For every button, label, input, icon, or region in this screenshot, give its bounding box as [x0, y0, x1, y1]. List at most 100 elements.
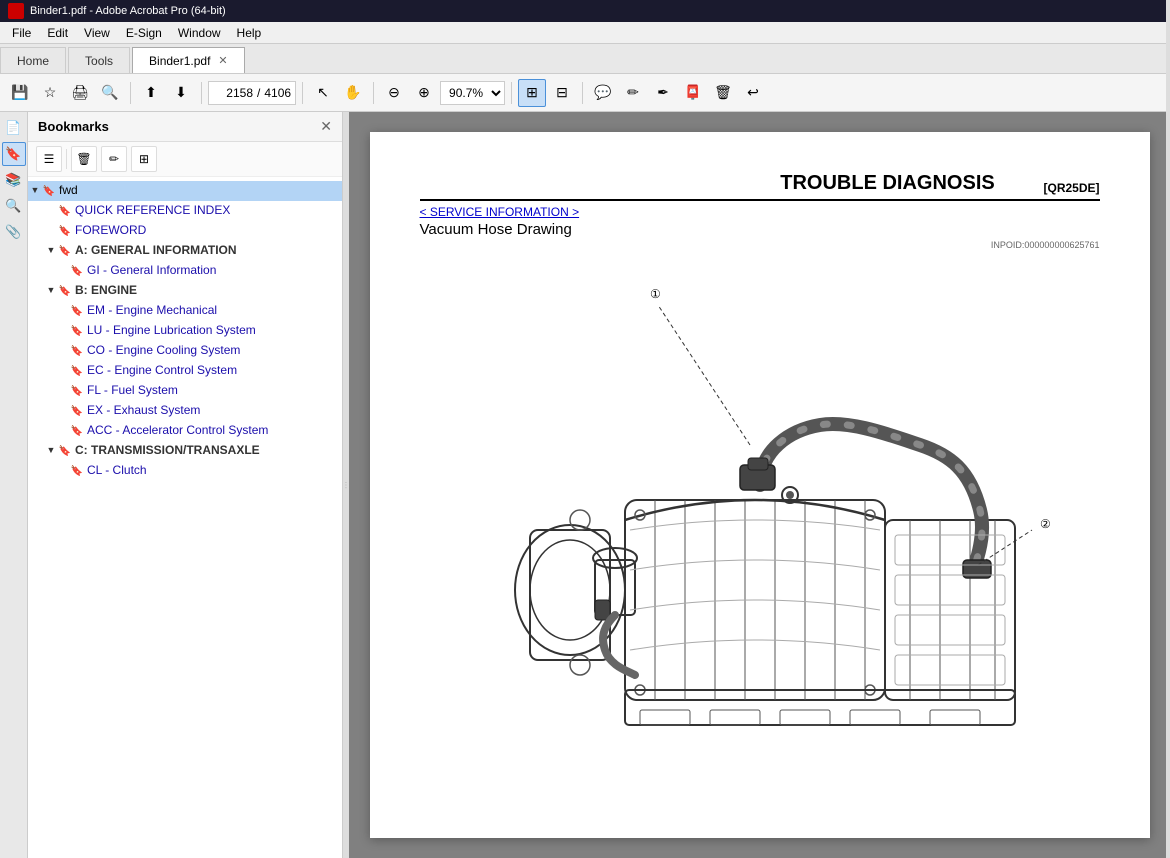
menu-help[interactable]: Help	[229, 24, 270, 42]
bookmark-gi[interactable]: ▶ 🔖 GI - General Information	[28, 261, 342, 281]
attachments-panel-button[interactable]: 📎	[2, 220, 26, 244]
service-info-link[interactable]: < SERVICE INFORMATION >	[420, 205, 580, 219]
save-button[interactable]: 💾	[6, 79, 34, 107]
bookmark-ec[interactable]: ▶ 🔖 EC - Engine Control System	[28, 361, 342, 381]
bookmark-icon-ec: 🔖	[70, 363, 84, 379]
bookmark-icon-lu: 🔖	[70, 323, 84, 339]
toolbar: 💾 ☆ 🖨 🔍 ⬆ ⬇ / 4106 ↖ ✋ ⊖ ⊕ 90.7% 50% 75%…	[0, 74, 1170, 112]
bookmark-trans-section[interactable]: ▼ 🔖 C: TRANSMISSION/TRANSAXLE	[28, 441, 342, 461]
bookmark-lu[interactable]: ▶ 🔖 LU - Engine Lubrication System	[28, 321, 342, 341]
zoom-dropdown[interactable]: 90.7% 50% 75% 100% 125% 150%	[440, 81, 505, 105]
bookmark-fl[interactable]: ▶ 🔖 FL - Fuel System	[28, 381, 342, 401]
print-button[interactable]: 🖨	[66, 79, 94, 107]
bookmarks-tree: ▼ 🔖 fwd ▶ 🔖 QUICK REFERENCE INDEX ▶ 🔖 FO…	[28, 177, 342, 858]
svg-text:②: ②	[1040, 517, 1051, 531]
new-bookmark-button[interactable]: ☰	[36, 146, 62, 172]
separator-2	[201, 82, 202, 104]
toggle-fwd[interactable]: ▼	[28, 183, 42, 199]
stamp-button[interactable]: 📮	[679, 79, 707, 107]
expand-all-button[interactable]: ⊞	[131, 146, 157, 172]
organize-button[interactable]: ⊟	[548, 79, 576, 107]
edit-bookmark-button[interactable]: ✏	[101, 146, 127, 172]
content-area[interactable]: TROUBLE DIAGNOSIS [QR25DE] < SERVICE INF…	[349, 112, 1170, 858]
bookmark-em[interactable]: ▶ 🔖 EM - Engine Mechanical	[28, 301, 342, 321]
hand-tool-button[interactable]: ✋	[339, 79, 367, 107]
page-ref-code: [QR25DE]	[1044, 181, 1100, 195]
bookmark-icon-fl: 🔖	[70, 383, 84, 399]
toggle-trans[interactable]: ▼	[44, 443, 58, 459]
sidebar-close-button[interactable]: ✕	[320, 118, 332, 135]
bookmark-label-acc: ACC - Accelerator Control System	[87, 423, 338, 439]
tab-tools[interactable]: Tools	[68, 47, 130, 73]
page-main-title: TROUBLE DIAGNOSIS	[732, 172, 1044, 195]
page-navigation: / 4106	[208, 81, 296, 105]
layers-panel-button[interactable]: 📚	[2, 168, 26, 192]
bookmark-label-foreword: FOREWORD	[75, 223, 338, 239]
menu-view[interactable]: View	[76, 24, 118, 42]
draw-button[interactable]: ✒	[649, 79, 677, 107]
bookmark-quick-ref[interactable]: ▶ 🔖 QUICK REFERENCE INDEX	[28, 201, 342, 221]
bookmark-add-button[interactable]: ☆	[36, 79, 64, 107]
menu-esign[interactable]: E-Sign	[118, 24, 170, 42]
separator-1	[130, 82, 131, 104]
zoom-out-button[interactable]: ⊖	[380, 79, 408, 107]
undo-button[interactable]: ↩	[739, 79, 767, 107]
menu-edit[interactable]: Edit	[39, 24, 76, 42]
delete-button[interactable]: 🗑	[709, 79, 737, 107]
fit-button[interactable]: ⊞	[518, 79, 546, 107]
bookmark-cl[interactable]: ▶ 🔖 CL - Clutch	[28, 461, 342, 481]
bookmark-label-quick-ref: QUICK REFERENCE INDEX	[75, 203, 338, 219]
bookmark-icon-gi: 🔖	[70, 263, 84, 279]
sidebar-toolbar: ☰ 🗑 ✏ ⊞	[28, 142, 342, 177]
bookmark-label-ec: EC - Engine Control System	[87, 363, 338, 379]
bookmark-icon-trans: 🔖	[58, 443, 72, 459]
cursor-tool-button[interactable]: ↖	[309, 79, 337, 107]
bookmark-icon-general-info: 🔖	[58, 243, 72, 259]
bookmark-ex[interactable]: ▶ 🔖 EX - Exhaust System	[28, 401, 342, 421]
toggle-general-info[interactable]: ▼	[44, 243, 58, 259]
bookmark-label-cl: CL - Clutch	[87, 463, 338, 479]
main-layout: 📄 🔖 📚 🔍 📎 Bookmarks ✕ ☰ 🗑 ✏ ⊞ ▼ 🔖 fwd	[0, 112, 1170, 858]
menu-window[interactable]: Window	[170, 24, 229, 42]
menu-file[interactable]: File	[4, 24, 39, 42]
bookmark-icon-acc: 🔖	[70, 423, 84, 439]
bookmark-label-fwd: fwd	[59, 183, 338, 199]
title-text: Binder1.pdf - Adobe Acrobat Pro (64-bit)	[30, 5, 226, 17]
tab-binder1[interactable]: Binder1.pdf ✕	[132, 47, 245, 73]
search-panel-button[interactable]: 🔍	[2, 194, 26, 218]
pages-panel-button[interactable]: 📄	[2, 116, 26, 140]
next-view-button[interactable]: ⬇	[167, 79, 195, 107]
highlight-button[interactable]: ✏	[619, 79, 647, 107]
bookmark-label-ex: EX - Exhaust System	[87, 403, 338, 419]
delete-bookmark-button[interactable]: 🗑	[71, 146, 97, 172]
zoom-in-button[interactable]: ⊕	[410, 79, 438, 107]
bookmark-label-co: CO - Engine Cooling System	[87, 343, 338, 359]
title-bar: Binder1.pdf - Adobe Acrobat Pro (64-bit)	[0, 0, 1170, 22]
separator-5	[511, 82, 512, 104]
bookmark-acc[interactable]: ▶ 🔖 ACC - Accelerator Control System	[28, 421, 342, 441]
bookmark-co[interactable]: ▶ 🔖 CO - Engine Cooling System	[28, 341, 342, 361]
bookmark-foreword[interactable]: ▶ 🔖 FOREWORD	[28, 221, 342, 241]
zoom-out-small-button[interactable]: 🔍	[96, 79, 124, 107]
tab-home[interactable]: Home	[0, 47, 66, 73]
tab-close-button[interactable]: ✕	[218, 54, 227, 67]
separator-6	[582, 82, 583, 104]
prev-view-button[interactable]: ⬆	[137, 79, 165, 107]
bookmarks-sidebar: Bookmarks ✕ ☰ 🗑 ✏ ⊞ ▼ 🔖 fwd ▶ 🔖 QUICK RE…	[28, 112, 343, 858]
bookmark-general-info-section[interactable]: ▼ 🔖 A: GENERAL INFORMATION	[28, 241, 342, 261]
bookmark-engine-section[interactable]: ▼ 🔖 B: ENGINE	[28, 281, 342, 301]
bookmarks-panel-button[interactable]: 🔖	[2, 142, 26, 166]
page-number-input[interactable]	[213, 86, 253, 100]
tab-bar: Home Tools Binder1.pdf ✕	[0, 44, 1170, 74]
svg-text:①: ①	[650, 287, 661, 301]
separator-3	[302, 82, 303, 104]
bookmark-label-lu: LU - Engine Lubrication System	[87, 323, 338, 339]
bookmark-fwd[interactable]: ▼ 🔖 fwd	[28, 181, 342, 201]
section-title: Vacuum Hose Drawing	[420, 221, 1100, 238]
bookmark-icon-foreword: 🔖	[58, 223, 72, 239]
pdf-page: TROUBLE DIAGNOSIS [QR25DE] < SERVICE INF…	[370, 132, 1150, 838]
menu-bar: File Edit View E-Sign Window Help	[0, 22, 1170, 44]
comment-button[interactable]: 💬	[589, 79, 617, 107]
bookmark-icon-cl: 🔖	[70, 463, 84, 479]
toggle-engine[interactable]: ▼	[44, 283, 58, 299]
